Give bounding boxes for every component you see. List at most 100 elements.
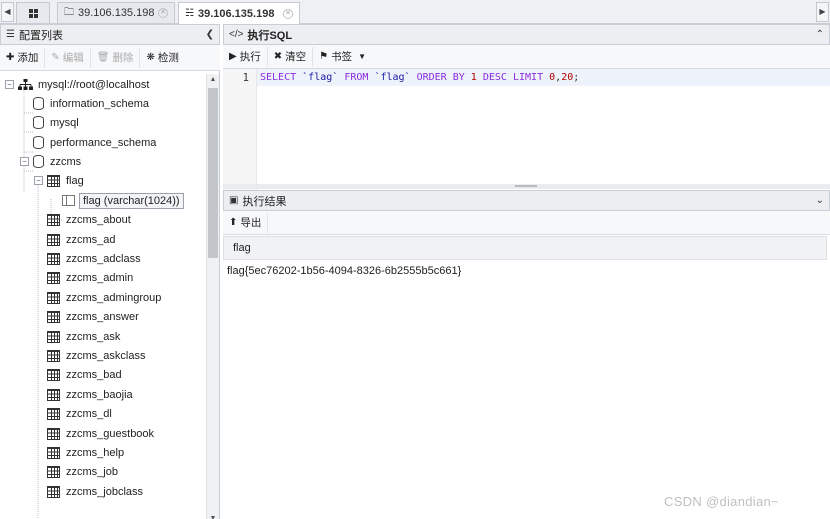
tree-node-label: zzcms_adclass (66, 252, 141, 265)
tree-table-item[interactable]: zzcms_askclass (47, 346, 145, 365)
run-button[interactable]: ▶ 执行 (223, 46, 268, 67)
database-icon (33, 136, 44, 150)
tree-table-item[interactable]: zzcms_admin (47, 269, 133, 288)
tree-node-label: zzcms (50, 155, 82, 168)
add-button[interactable]: ✚ 添加 (0, 47, 46, 68)
tree-root-connection[interactable]: − mysql://root@localhost (5, 75, 149, 94)
tab-connection-2[interactable]: ☵ 39.106.135.198 ✕ (178, 2, 300, 24)
tree-table-item[interactable]: zzcms_adclass (47, 249, 141, 268)
config-toolbar: ✚ 添加 ✎ 编辑 🗑 删除 ❋ 检测 (0, 45, 220, 71)
delete-button[interactable]: 🗑 删除 (91, 47, 141, 68)
table-icon (47, 485, 60, 498)
tree-node-label: mysql://root@localhost (38, 78, 150, 91)
tree-node-label: zzcms_answer (66, 311, 139, 324)
tab-home[interactable] (16, 2, 50, 23)
watermark: CSDN @diandian~ (664, 494, 779, 509)
chevron-down-icon[interactable]: ⌄ (816, 195, 824, 206)
tree-node-label: information_schema (50, 97, 150, 110)
tree-table-item[interactable]: zzcms_about (47, 211, 131, 230)
tree-node-label: zzcms_jobclass (66, 485, 144, 498)
scroll-up-arrow-icon[interactable]: ▲ (207, 74, 219, 86)
clear-button[interactable]: ✖ 清空 (268, 46, 314, 67)
tree-field-flag[interactable]: flag (varchar(1024)) (62, 191, 184, 210)
tree-node-label: zzcms_admin (66, 272, 134, 285)
tab-scroll-right-arrow-icon[interactable]: ▶ (816, 2, 829, 22)
tab-label: 39.106.135.198 (78, 7, 155, 19)
table-icon (47, 388, 60, 401)
table-icon (47, 233, 60, 246)
tree-table-item[interactable]: zzcms_baojia (47, 385, 133, 404)
scrollbar-thumb[interactable] (208, 88, 218, 258)
export-button[interactable]: ⬆ 导出 (223, 212, 269, 233)
edit-button[interactable]: ✎ 编辑 (45, 47, 91, 68)
tree-table-flag[interactable]: − flag (34, 171, 84, 190)
collapse-toggle-icon[interactable]: − (5, 80, 14, 90)
tree-db-performance-schema[interactable]: performance_schema (33, 133, 156, 152)
database-icon (33, 116, 44, 130)
tree-node-label: zzcms_about (66, 214, 131, 227)
tree-vertical-scrollbar[interactable]: ▲ ▼ (206, 74, 219, 519)
tree-table-item[interactable]: zzcms_ad (47, 230, 116, 249)
panel-splitter[interactable] (223, 184, 830, 189)
tree-table-item[interactable]: zzcms_help (47, 443, 124, 462)
tree-db-zzcms[interactable]: − zzcms (20, 152, 81, 171)
sql-token: SELECT (260, 72, 297, 83)
collapse-toggle-icon[interactable]: − (20, 157, 29, 167)
tree-table-item[interactable]: zzcms_answer (47, 308, 139, 327)
sql-token: LIMIT (512, 72, 544, 83)
sql-token: DESC (482, 72, 507, 83)
line-number: 1 (242, 72, 249, 84)
close-icon[interactable]: ✕ (283, 8, 293, 19)
tree-table-item[interactable]: zzcms_guestbook (47, 424, 154, 443)
close-icon[interactable]: ✕ (158, 8, 168, 18)
code-icon: </> (229, 29, 244, 40)
sql-query-line[interactable]: SELECT `flag` FROM `flag` ORDER BY 1 DES… (257, 69, 830, 86)
tree-node-label: zzcms_ad (66, 233, 116, 246)
table-icon (47, 252, 60, 265)
collapse-left-icon[interactable]: ❮ (206, 29, 214, 40)
scroll-down-arrow-icon[interactable]: ▼ (207, 513, 219, 519)
plus-circle-icon: ✚ (6, 52, 15, 63)
run-label: 执行 (239, 51, 261, 63)
result-panel-header: ▣ 执行结果 ⌄ (223, 190, 830, 211)
table-icon (47, 446, 60, 459)
play-icon: ▶ (229, 51, 237, 62)
tree-table-item[interactable]: zzcms_dl (47, 405, 112, 424)
main-panel: </> 执行SQL ⌃ ▶ 执行 ✖ 清空 ⚑ 书签 ▼ 1 SELECT `flag`… (223, 24, 830, 519)
result-cell[interactable]: flag{5ec76202-1b56-4094-8326-6b2555b5c66… (227, 265, 461, 277)
tree-table-item[interactable]: zzcms_bad (47, 366, 122, 385)
tab-connection-1[interactable]: 🗀 39.106.135.198 ✕ (57, 2, 175, 23)
tree-table-item[interactable]: zzcms_job (47, 463, 118, 482)
table-icon (47, 311, 60, 324)
table-icon (47, 349, 60, 362)
export-label: 导出 (240, 217, 262, 229)
tree-db-information-schema[interactable]: information_schema (33, 94, 149, 113)
bookmark-button[interactable]: ⚑ 书签 ▼ (313, 47, 372, 67)
tree-node-label: zzcms_job (66, 466, 118, 479)
collapse-toggle-icon[interactable]: − (34, 176, 43, 186)
sql-token: ORDER BY (416, 72, 465, 83)
tree-node-label: zzcms_dl (66, 408, 112, 421)
sql-token: ; (573, 72, 580, 83)
splitter-grip[interactable] (515, 185, 537, 187)
sql-panel-header: </> 执行SQL ⌃ (223, 24, 830, 45)
server-hierarchy-icon (18, 79, 33, 91)
delete-label: 删除 (112, 52, 134, 64)
result-column-header[interactable]: flag (223, 236, 827, 260)
tree-db-mysql[interactable]: mysql (33, 113, 79, 132)
tree-node-label: mysql (50, 116, 79, 129)
tab-scroll-left-arrow-icon[interactable]: ◀ (1, 2, 14, 22)
check-button[interactable]: ❋ 检测 (140, 48, 184, 68)
table-icon (47, 214, 60, 227)
chevron-up-icon[interactable]: ⌃ (816, 29, 824, 40)
folder-icon: 🗀 (64, 6, 74, 18)
tree-node-label: flag (varchar(1024)) (79, 192, 184, 209)
tree-node-label: flag (66, 174, 84, 187)
tree-table-item[interactable]: zzcms_jobclass (47, 482, 143, 501)
tree-table-item[interactable]: zzcms_ask (47, 327, 120, 346)
add-label: 添加 (17, 52, 39, 64)
tree-node-label: zzcms_bad (66, 369, 122, 382)
tree-table-item[interactable]: zzcms_admingroup (47, 288, 161, 307)
config-list-panel: ☰ 配置列表 ❮ ✚ 添加 ✎ 编辑 🗑 删除 ❋ 检测 − mysql://r… (0, 24, 220, 519)
sql-token: `flag` (302, 72, 339, 83)
